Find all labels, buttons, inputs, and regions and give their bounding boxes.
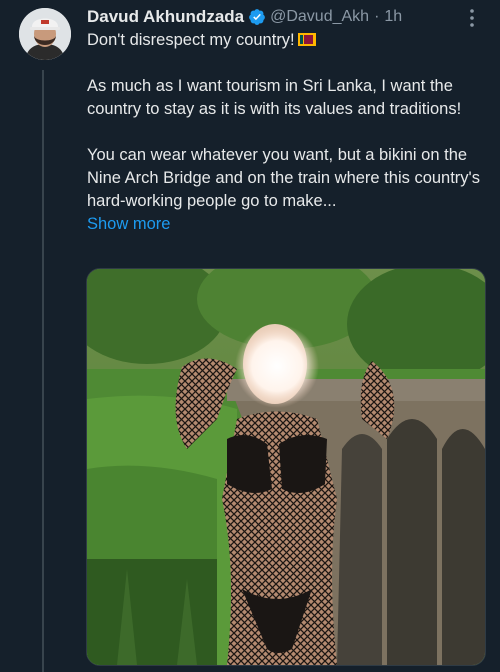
media-photo <box>87 269 485 665</box>
avatar[interactable] <box>19 8 71 60</box>
more-options-icon[interactable] <box>462 8 482 28</box>
tweet-header: Davud Akhundzada @Davud_Akh · 1h <box>87 6 488 28</box>
avatar-image <box>19 8 71 60</box>
tweet-paragraph-3: You can wear whatever you want, but a bi… <box>87 146 480 210</box>
thread-line <box>42 70 44 672</box>
author-handle[interactable]: @Davud_Akh <box>270 8 369 26</box>
tweet-line-1-text: Don't disrespect my country! <box>87 31 295 49</box>
timestamp[interactable]: 1h <box>384 8 402 26</box>
tweet-text: Don't disrespect my country! As much as … <box>87 29 487 236</box>
sri-lanka-flag-icon <box>297 33 316 46</box>
separator-dot: · <box>374 8 380 25</box>
author-name[interactable]: Davud Akhundzada <box>87 7 244 27</box>
verified-badge-icon <box>249 9 265 25</box>
tweet-media-image[interactable] <box>86 268 486 666</box>
tweet-paragraph-2: As much as I want tourism in Sri Lanka, … <box>87 77 462 118</box>
tweet-line-1: Don't disrespect my country! <box>87 29 487 52</box>
show-more-link[interactable]: Show more <box>87 215 170 233</box>
